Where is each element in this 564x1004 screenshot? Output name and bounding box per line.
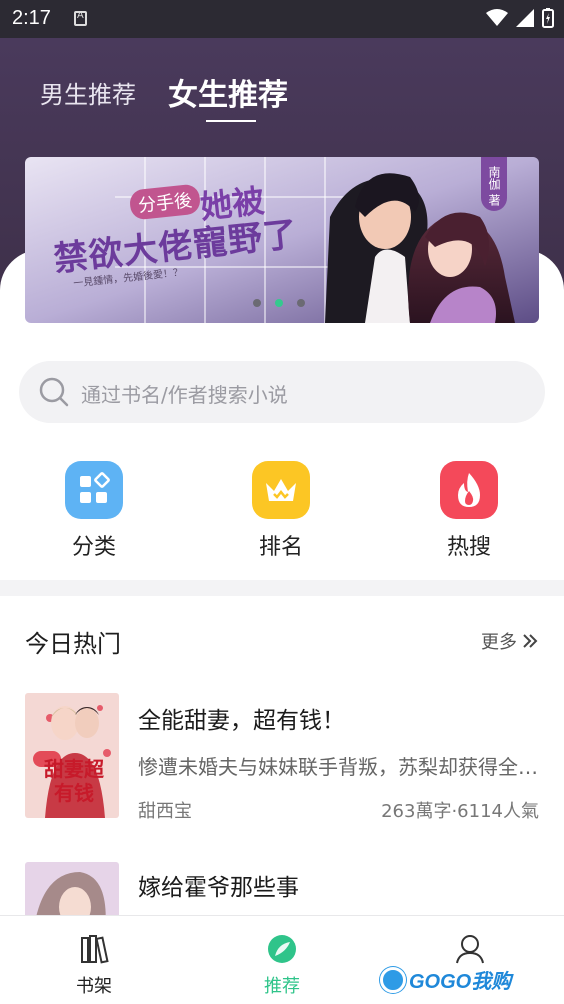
nav-recommend[interactable]: 推荐 xyxy=(242,934,322,998)
carousel-dot[interactable] xyxy=(253,299,261,307)
carousel-indicator xyxy=(253,299,305,307)
book-title: 嫁给霍爷那些事 xyxy=(138,875,299,901)
search-icon xyxy=(39,377,69,411)
watermark-logo: GOGO我购 xyxy=(380,965,511,994)
section-divider xyxy=(0,580,564,596)
tab-male-recommend[interactable]: 男生推荐 xyxy=(40,75,136,110)
wifi-icon xyxy=(486,9,508,26)
grid-icon xyxy=(65,461,123,519)
book-description: 惨遭未婚夫与妹妹联手背叛，苏梨却获得全能系统 xyxy=(138,755,548,779)
battery-icon xyxy=(542,8,554,28)
carousel-dot[interactable] xyxy=(297,299,305,307)
double-chevron-right-icon xyxy=(523,634,538,648)
watermark-circle-icon xyxy=(380,966,406,993)
system-icons xyxy=(486,8,554,28)
more-link[interactable]: 更多 xyxy=(481,628,539,654)
person-icon xyxy=(456,935,484,964)
category-label: 排名 xyxy=(258,535,303,560)
carousel-dot-active[interactable] xyxy=(275,299,283,307)
banner-author-label: 南伽 著 xyxy=(481,157,507,211)
flame-icon xyxy=(440,461,498,519)
nav-bookshelf[interactable]: 书架 xyxy=(54,934,134,998)
active-tab-indicator xyxy=(206,120,256,122)
notification-app-icon xyxy=(74,10,87,26)
book-title: 全能甜妻，超有钱！ xyxy=(138,708,345,734)
tab-female-recommend[interactable]: 女生推荐 xyxy=(168,70,288,114)
book-author: 甜西宝 xyxy=(138,801,192,822)
search-placeholder: 通过书名/作者搜索小说 xyxy=(81,383,288,407)
category-label: 热搜 xyxy=(446,535,491,560)
bookshelf-icon xyxy=(81,935,109,964)
book-cover-title: 甜妻超有钱 xyxy=(44,757,104,805)
leaf-icon xyxy=(268,935,296,963)
status-time: 2:17 xyxy=(12,7,51,29)
book-cover: 甜妻超有钱 xyxy=(25,693,119,818)
section-title: 今日热门 xyxy=(25,630,121,658)
book-list-item[interactable]: 嫁给霍爷那些事 xyxy=(0,862,564,917)
promo-banner[interactable]: 分手後 她被 禁欲大佬寵野了 一見鍾情，先婚後愛！？ 南伽 著 xyxy=(25,157,539,323)
crown-icon xyxy=(252,461,310,519)
category-button-hot-search[interactable]: 热搜 xyxy=(419,461,519,561)
category-button-classify[interactable]: 分类 xyxy=(44,461,144,561)
signal-icon xyxy=(516,9,534,27)
more-label: 更多 xyxy=(481,632,517,653)
status-bar: 2:17 xyxy=(0,0,564,38)
book-stats: 263萬字·6114人氣 xyxy=(381,801,539,822)
nav-label: 推荐 xyxy=(264,976,300,997)
search-input[interactable]: 通过书名/作者搜索小说 xyxy=(19,361,545,423)
book-list-item[interactable]: 甜妻超有钱 全能甜妻，超有钱！ 惨遭未婚夫与妹妹联手背叛，苏梨却获得全能系统 甜… xyxy=(0,693,564,822)
category-label: 分类 xyxy=(71,535,116,560)
nav-label: 书架 xyxy=(76,976,112,997)
category-button-ranking[interactable]: 排名 xyxy=(231,461,331,561)
watermark-text: GOGO我购 xyxy=(409,971,512,993)
book-cover xyxy=(25,862,119,917)
